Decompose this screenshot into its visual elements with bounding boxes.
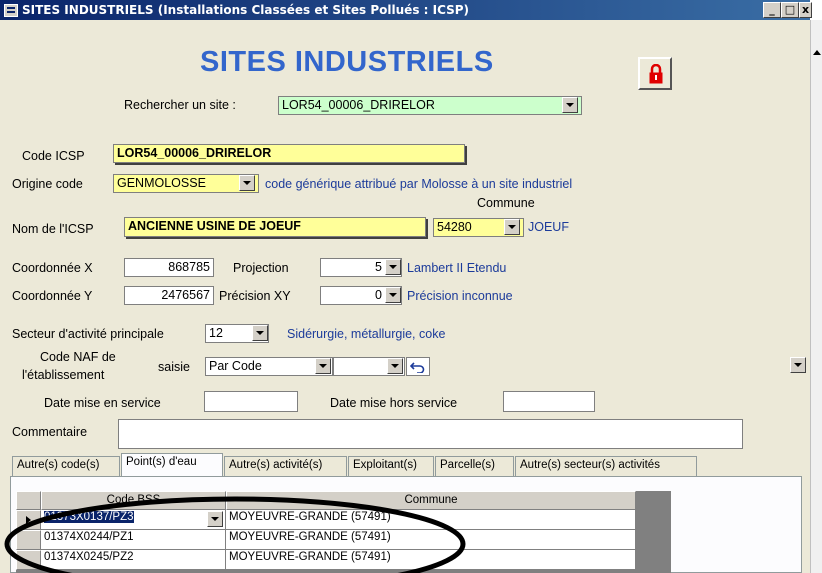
commune-code-select[interactable]: 54280 [433, 218, 524, 237]
tab-autres-codes[interactable]: Autre(s) code(s) [12, 456, 120, 476]
commentaire-label: Commentaire [12, 425, 88, 439]
close-button[interactable]: x [799, 2, 812, 18]
saisie-dropdown-button[interactable] [315, 358, 331, 374]
secteur-dropdown-button[interactable] [252, 325, 268, 341]
secteur-activite-value: 12 [209, 326, 223, 340]
naf-code-select[interactable] [333, 357, 405, 376]
date-hors-service-label: Date mise hors service [330, 396, 458, 410]
code-icsp-label: Code ICSP [22, 149, 85, 163]
saisie-label: saisie [158, 360, 190, 374]
coord-y-label: Coordonnée Y [12, 289, 93, 303]
commune-name: JOEUF [528, 220, 569, 234]
tab-parcelles[interactable]: Parcelle(s) [435, 456, 514, 476]
nom-icsp-label: Nom de l'ICSP [12, 222, 94, 236]
projection-description: Lambert II Etendu [407, 261, 507, 275]
projection-select[interactable]: 5 [320, 258, 402, 277]
projection-dropdown-button[interactable] [385, 259, 401, 275]
saisie-select[interactable]: Par Code [205, 357, 333, 376]
secteur-activite-label: Secteur d'activité principale [12, 327, 164, 341]
search-dropdown-button[interactable] [562, 97, 578, 113]
coord-x-label: Coordonnée X [12, 261, 93, 275]
search-site-select[interactable]: LOR54_00006_DRIRELOR [278, 96, 582, 115]
undo-arrow-icon [410, 362, 425, 373]
tab-exploitants[interactable]: Exploitant(s) [348, 456, 434, 476]
commune-dropdown-button[interactable] [504, 219, 520, 235]
side-dropdown-button[interactable] [790, 357, 806, 373]
naf-dropdown-button[interactable] [387, 358, 403, 374]
origine-dropdown-button[interactable] [239, 175, 255, 191]
maximize-button[interactable]: □ [781, 2, 799, 18]
secteur-activite-description: Sidérurgie, métallurgie, coke [287, 327, 446, 341]
naf-label-line1: Code NAF de [40, 350, 116, 364]
search-label: Rechercher un site : [124, 98, 236, 112]
page-title: SITES INDUSTRIELS [200, 46, 494, 78]
precision-xy-label: Précision XY [219, 289, 291, 303]
window-title-bar[interactable]: SITES INDUSTRIELS (Installations Classée… [0, 0, 812, 20]
window-title: SITES INDUSTRIELS (Installations Classée… [22, 3, 470, 17]
naf-label-line2: l'établissement [22, 368, 105, 382]
tab-autres-secteurs[interactable]: Autre(s) secteur(s) activités [515, 456, 697, 476]
coord-y-field[interactable]: 2476567 [124, 286, 214, 305]
commune-label: Commune [477, 196, 535, 210]
commentaire-field[interactable] [118, 419, 743, 449]
precision-dropdown-button[interactable] [385, 287, 401, 303]
code-icsp-field[interactable]: LOR54_00006_DRIRELOR [113, 144, 465, 163]
coord-x-field[interactable]: 868785 [124, 258, 214, 277]
vertical-scrollbar[interactable] [810, 20, 822, 573]
date-mise-en-service-field[interactable] [204, 391, 298, 412]
minimize-button[interactable]: _ [763, 2, 781, 18]
precision-xy-description: Précision inconnue [407, 289, 513, 303]
secteur-activite-select[interactable]: 12 [205, 324, 269, 343]
undo-button[interactable] [406, 357, 430, 376]
padlock-icon [649, 64, 663, 84]
search-site-value: LOR54_00006_DRIRELOR [282, 98, 435, 112]
form-app-icon [4, 4, 18, 17]
date-hors-service-field[interactable] [503, 391, 595, 412]
commune-code-value: 54280 [437, 220, 472, 234]
origine-code-select[interactable]: GENMOLOSSE [113, 174, 259, 193]
nom-icsp-field[interactable]: ANCIENNE USINE DE JOEUF [124, 217, 426, 237]
origine-code-label: Origine code [12, 177, 83, 191]
tab-autres-activites[interactable]: Autre(s) activité(s) [224, 456, 347, 476]
scroll-up-icon[interactable] [813, 50, 821, 55]
saisie-value: Par Code [209, 359, 262, 373]
annotation-ellipse [4, 496, 466, 573]
projection-label: Projection [233, 261, 289, 275]
lock-button[interactable] [638, 57, 672, 90]
origine-code-description: code générique attribué par Molosse à un… [265, 177, 573, 191]
precision-xy-select[interactable]: 0 [320, 286, 402, 305]
origine-code-value: GENMOLOSSE [117, 176, 206, 190]
tab-points-eau[interactable]: Point(s) d'eau [121, 453, 223, 476]
date-mise-en-service-label: Date mise en service [44, 396, 161, 410]
